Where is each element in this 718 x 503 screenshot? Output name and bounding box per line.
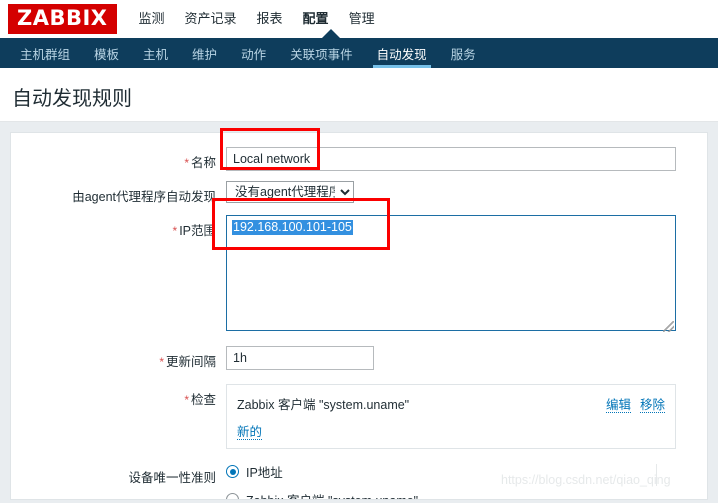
subnav-item-actions[interactable]: 动作 — [229, 38, 278, 68]
checks-field-wrapper: Zabbix 客户端 "system.uname" 编辑 移除 新的 — [226, 384, 707, 449]
update-interval-label: * 更新间隔 — [159, 355, 216, 369]
form-row-ip-range: * IP范围 192.168.100.101-105 — [11, 215, 707, 334]
radio-zabbix-agent-uname-label: Zabbix 客户端 "system.uname" — [246, 490, 418, 499]
form-row-proxy: 由agent代理程序自动发现 没有agent代理程序 — [11, 181, 707, 205]
form-row-checks: * 检查 Zabbix 客户端 "system.uname" 编辑 移除 新的 — [11, 384, 707, 449]
required-asterisk-icon: * — [172, 224, 178, 238]
required-asterisk-icon: * — [184, 393, 189, 407]
discovery-rule-form: *名称 由agent代理程序自动发现 没有agent代理程序 *IP范围 192… — [10, 132, 708, 500]
required-asterisk-icon: * — [184, 156, 189, 170]
form-row-device-uniqueness: 设备唯一性准则 IP地址 Zabbix 客户端 "system.uname" — [11, 462, 707, 499]
subnav-item-services[interactable]: 服务 — [439, 38, 488, 68]
check-remove-link[interactable]: 移除 — [639, 398, 665, 413]
subnav-item-maintenance[interactable]: 维护 — [180, 38, 229, 68]
radio-ip-address-icon[interactable] — [226, 465, 239, 478]
radio-option-zabbix-agent-uname[interactable]: Zabbix 客户端 "system.uname" — [226, 490, 707, 499]
page-title: 自动发现规则 — [12, 88, 132, 110]
ip-range-textarea-wrapper: 192.168.100.101-105 — [226, 215, 676, 334]
radio-zabbix-agent-uname-icon[interactable] — [226, 493, 239, 499]
content-area: *名称 由agent代理程序自动发现 没有agent代理程序 *IP范围 192… — [0, 122, 718, 503]
zabbix-logo[interactable]: ZABBIX — [8, 4, 117, 34]
proxy-select[interactable]: 没有agent代理程序 — [226, 181, 354, 203]
subnav-item-hosts[interactable]: 主机 — [131, 38, 180, 68]
name-label: * 名称 — [184, 156, 216, 170]
check-edit-link[interactable]: 编辑 — [605, 398, 631, 413]
ip-range-field-wrapper: 192.168.100.101-105 — [226, 215, 707, 334]
device-uniqueness-field-wrapper: IP地址 Zabbix 客户端 "system.uname" — [226, 462, 707, 499]
subnav-item-templates[interactable]: 模板 — [82, 38, 131, 68]
top-bar: ZABBIX 监测 资产记录 报表 配置 管理 — [0, 0, 718, 38]
top-menu-item-reports[interactable]: 报表 — [257, 0, 283, 38]
check-new-link[interactable]: 新的 — [237, 425, 263, 440]
proxy-field-wrapper: 没有agent代理程序 — [226, 181, 707, 203]
ip-range-label: * IP范围 — [172, 224, 216, 238]
radio-ip-address-label: IP地址 — [246, 466, 283, 480]
update-interval-field-wrapper — [226, 346, 707, 370]
update-interval-input[interactable] — [226, 346, 374, 370]
proxy-label: 由agent代理程序自动发现 — [72, 190, 216, 204]
check-actions: 编辑 移除 — [605, 398, 665, 413]
checks-list-box: Zabbix 客户端 "system.uname" 编辑 移除 新的 — [226, 384, 676, 449]
active-menu-pointer-icon — [322, 29, 340, 38]
name-field-wrapper — [226, 147, 707, 171]
subnav-item-host-groups[interactable]: 主机群组 — [8, 38, 82, 68]
top-menu-item-inventory[interactable]: 资产记录 — [185, 0, 237, 38]
form-row-name: * 名称 — [11, 147, 707, 171]
subnav-item-discovery[interactable]: 自动发现 — [365, 38, 439, 68]
sub-navigation-bar: 主机群组 模板 主机 维护 动作 关联项事件 自动发现 服务 — [0, 38, 718, 68]
check-row: Zabbix 客户端 "system.uname" 编辑 移除 — [237, 394, 665, 413]
radio-option-ip-address[interactable]: IP地址 — [226, 462, 707, 481]
device-uniqueness-label: 设备唯一性准则 — [128, 471, 216, 485]
required-asterisk-icon: * — [159, 355, 164, 369]
top-menu-item-monitoring[interactable]: 监测 — [139, 0, 165, 38]
page-header: 自动发现规则 — [0, 68, 718, 122]
name-input[interactable] — [226, 147, 676, 171]
check-item-text: Zabbix 客户端 "system.uname" — [237, 398, 410, 412]
top-menu-item-administration[interactable]: 管理 — [349, 0, 375, 38]
checks-label: * 检查 — [184, 393, 216, 407]
ip-range-textarea[interactable] — [226, 215, 676, 331]
subnav-item-correlation-events[interactable]: 关联项事件 — [278, 38, 365, 68]
form-row-update-interval: * 更新间隔 — [11, 346, 707, 370]
